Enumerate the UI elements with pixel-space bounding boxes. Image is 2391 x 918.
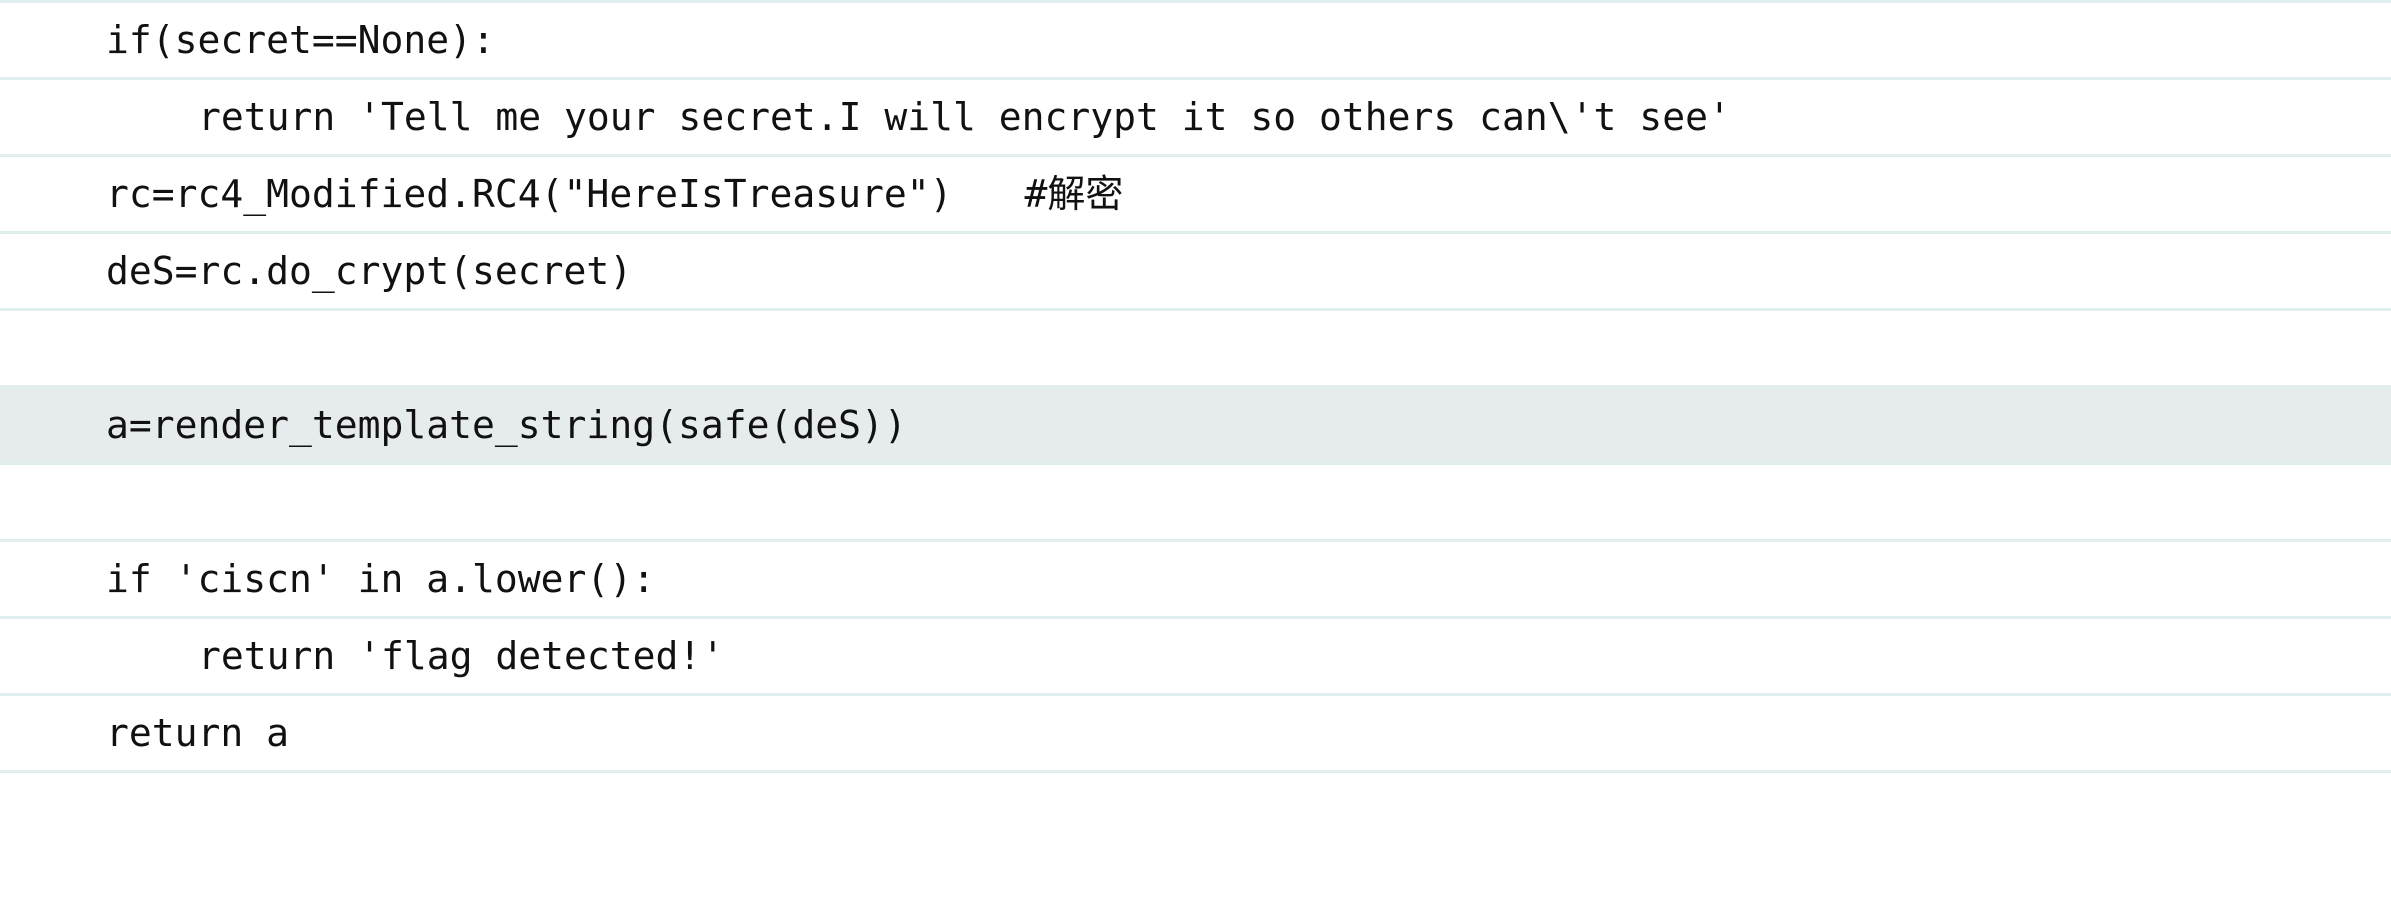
- code-line-7-empty: [0, 465, 2391, 542]
- code-line-1: if(secret==None):: [0, 3, 2391, 80]
- code-line-3-text: rc=rc4_Modified.RC4("HereIsTreasure"): [106, 172, 953, 216]
- code-line-9: return 'flag detected!': [0, 619, 2391, 696]
- code-line-2: return 'Tell me your secret.I will encry…: [0, 80, 2391, 157]
- code-line-10-text: return a: [106, 711, 290, 755]
- code-line-10: return a: [0, 696, 2391, 773]
- code-line-9-text: return 'flag detected!': [198, 634, 725, 678]
- code-line-3-comment: #解密: [1024, 172, 1124, 216]
- code-line-8: if 'ciscn' in a.lower():: [0, 542, 2391, 619]
- code-line-4-text: deS=rc.do_crypt(secret): [106, 249, 633, 293]
- code-line-5-empty: [0, 311, 2391, 388]
- code-line-6-highlighted: a=render_template_string(safe(deS)): [0, 388, 2391, 465]
- code-line-6-text: a=render_template_string(safe(deS)): [106, 403, 907, 447]
- code-line-3-content: rc=rc4_Modified.RC4("HereIsTreasure") #解密: [106, 157, 1123, 231]
- code-line-8-text: if 'ciscn' in a.lower():: [106, 557, 656, 601]
- code-line-1-text: if(secret==None):: [106, 18, 495, 62]
- code-line-2-text: return 'Tell me your secret.I will encry…: [198, 95, 1731, 139]
- code-line-3: rc=rc4_Modified.RC4("HereIsTreasure") #解密: [0, 157, 2391, 234]
- code-line-4: deS=rc.do_crypt(secret): [0, 234, 2391, 311]
- code-viewer: if(secret==None): return 'Tell me your s…: [0, 0, 2391, 807]
